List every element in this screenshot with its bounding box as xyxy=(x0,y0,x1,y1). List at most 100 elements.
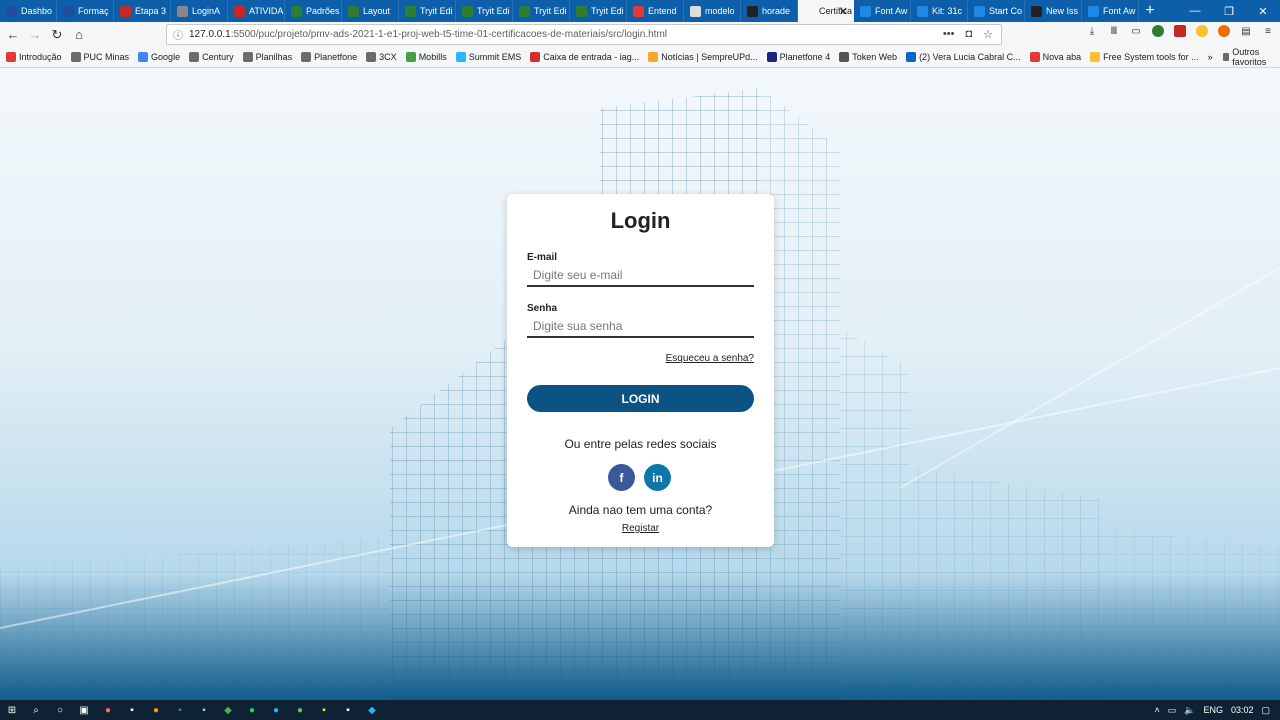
library-icon[interactable]: Ⅲ xyxy=(1108,25,1120,37)
bookmark-item[interactable]: Free System tools for ... xyxy=(1090,52,1199,62)
search-icon[interactable]: ⌕ xyxy=(24,700,48,720)
windows-start-icon[interactable]: ⊞ xyxy=(0,700,24,720)
close-tab-icon[interactable]: ✕ xyxy=(839,5,848,18)
restore-icon[interactable]: ❐ xyxy=(1212,0,1246,22)
browser-tab[interactable]: Font Aw xyxy=(854,0,911,22)
bookmark-item[interactable]: Planilhas xyxy=(242,52,292,62)
tab-label: Tryit Edi xyxy=(477,6,510,16)
browser-tab[interactable]: Tryit Edi xyxy=(513,0,570,22)
firefox-icon[interactable]: ● xyxy=(144,700,168,720)
bookmark-icon xyxy=(70,52,81,62)
linkedin-icon[interactable]: in xyxy=(644,464,671,491)
extension-icon[interactable] xyxy=(1174,25,1186,37)
pocket-icon[interactable]: ◘ xyxy=(965,28,972,41)
browser-tab[interactable]: Certifica ✕ xyxy=(798,0,854,22)
extension-icon[interactable] xyxy=(1196,25,1208,37)
app-icon[interactable]: ● xyxy=(288,700,312,720)
language-indicator[interactable]: ENG xyxy=(1203,705,1223,715)
login-button[interactable]: LOGIN xyxy=(527,385,754,412)
browser-tab[interactable]: Etapa 3 xyxy=(114,0,171,22)
browser-tab[interactable]: modelo xyxy=(684,0,741,22)
url-bar[interactable]: ⓘ 127.0.0.1:5500/puc/projeto/pmv-ads-202… xyxy=(166,24,1002,45)
forgot-password-link[interactable]: Esqueceu a senha? xyxy=(666,353,754,364)
browser-tab[interactable]: Entend xyxy=(627,0,684,22)
page-actions-icon[interactable]: ••• xyxy=(943,28,955,41)
bookmark-item[interactable]: Summit EMS xyxy=(455,52,521,62)
browser-tab[interactable]: Dashbo xyxy=(0,0,57,22)
extension-icon[interactable] xyxy=(1218,25,1230,37)
bookmark-item[interactable]: Planetfone xyxy=(301,52,357,62)
vscode-icon[interactable]: ◆ xyxy=(360,700,384,720)
browser-tab[interactable]: New Iss xyxy=(1025,0,1082,22)
bookmark-item[interactable]: (2) Vera Lucia Cabral C... xyxy=(906,52,1021,62)
app-icon[interactable]: ▪ xyxy=(168,700,192,720)
telegram-icon[interactable]: ● xyxy=(264,700,288,720)
close-window-icon[interactable]: ✕ xyxy=(1246,0,1280,22)
browser-tab[interactable]: Tryit Edi xyxy=(399,0,456,22)
sidebar-icon[interactable]: ▭ xyxy=(1130,25,1142,37)
bookmark-label: Nova aba xyxy=(1042,52,1082,62)
volume-icon[interactable]: 🔈 xyxy=(1184,705,1195,716)
browser-tab[interactable]: Start Co xyxy=(968,0,1025,22)
bookmark-item[interactable]: Planetfone 4 xyxy=(766,52,830,62)
tab-label: Tryit Edi xyxy=(420,6,453,16)
browser-tab[interactable]: LoginA xyxy=(171,0,228,22)
bookmark-item[interactable]: 3CX xyxy=(366,52,397,62)
bookmark-item[interactable]: Introdução xyxy=(6,52,62,62)
home-icon[interactable]: ⌂ xyxy=(68,24,90,46)
task-view-icon[interactable]: ▣ xyxy=(72,700,96,720)
bookmark-item[interactable]: PUC Minas xyxy=(70,52,130,62)
bookmark-item[interactable]: Token Web xyxy=(839,52,897,62)
network-icon[interactable]: ▭ xyxy=(1168,705,1177,716)
page-info-icon[interactable]: ⓘ xyxy=(173,27,183,42)
chevron-right-icon[interactable]: » xyxy=(1208,52,1213,62)
new-tab-button[interactable]: + xyxy=(1139,0,1161,22)
tab-label: Tryit Edi xyxy=(591,6,624,16)
facebook-icon[interactable]: f xyxy=(608,464,635,491)
tab-favicon-icon xyxy=(974,5,985,17)
notification-icon[interactable]: ▢ xyxy=(1261,705,1270,716)
app-icon[interactable]: ▪ xyxy=(336,700,360,720)
login-card: Login E-mail Senha Esqueceu a senha? LOG… xyxy=(507,194,774,547)
app-icon[interactable]: ● xyxy=(96,700,120,720)
nav-bar: ← → ↻ ⌂ ⓘ 127.0.0.1:5500/puc/projeto/pmv… xyxy=(0,22,1280,47)
browser-tab[interactable]: Formaç xyxy=(57,0,114,22)
menu-icon[interactable]: ≡ xyxy=(1262,25,1274,37)
browser-tab[interactable]: Font Aw xyxy=(1082,0,1139,22)
forward-icon[interactable]: → xyxy=(24,24,46,46)
bookmark-item[interactable]: Notícias | SempreUPd... xyxy=(648,52,758,62)
chevron-up-icon[interactable]: ˄ xyxy=(1154,705,1159,715)
register-link[interactable]: Registar xyxy=(507,523,774,534)
app-icon[interactable]: ▪ xyxy=(192,700,216,720)
browser-tab[interactable]: Tryit Edi xyxy=(570,0,627,22)
cortana-icon[interactable]: ○ xyxy=(48,700,72,720)
other-bookmarks[interactable]: » Outros favoritos xyxy=(1208,47,1274,67)
whatsapp-icon[interactable]: ● xyxy=(240,700,264,720)
email-field[interactable] xyxy=(527,265,754,287)
bookmark-label: Token Web xyxy=(852,52,898,62)
bookmark-star-icon[interactable]: ☆ xyxy=(983,28,993,41)
bookmark-item[interactable]: Nova aba xyxy=(1029,52,1082,62)
back-icon[interactable]: ← xyxy=(2,24,24,46)
browser-tab[interactable]: Tryit Edi xyxy=(456,0,513,22)
password-field[interactable] xyxy=(527,316,754,338)
browser-tab[interactable]: Kit: 31c xyxy=(911,0,968,22)
bookmark-item[interactable]: Google xyxy=(138,52,180,62)
bookmark-label: PUC Minas xyxy=(83,52,130,62)
browser-tab[interactable]: Layout xyxy=(342,0,399,22)
extension-icon[interactable]: ▤ xyxy=(1240,25,1252,37)
reload-icon[interactable]: ↻ xyxy=(46,24,68,46)
extension-icon[interactable] xyxy=(1152,25,1164,37)
bookmark-item[interactable]: Caixa de entrada - iag... xyxy=(530,52,639,62)
clock[interactable]: 03:02 xyxy=(1231,705,1254,715)
bookmark-item[interactable]: Mobills xyxy=(405,52,447,62)
download-icon[interactable]: ⤓ xyxy=(1086,25,1098,37)
app-icon[interactable]: ▪ xyxy=(312,700,336,720)
browser-tab[interactable]: Padrões xyxy=(285,0,342,22)
browser-tab[interactable]: ATIVIDA xyxy=(228,0,285,22)
browser-tab[interactable]: horade xyxy=(741,0,798,22)
minimize-icon[interactable]: — xyxy=(1178,0,1212,22)
app-icon[interactable]: ◆ xyxy=(216,700,240,720)
bookmark-item[interactable]: Century xyxy=(189,52,234,62)
app-icon[interactable]: ▪ xyxy=(120,700,144,720)
